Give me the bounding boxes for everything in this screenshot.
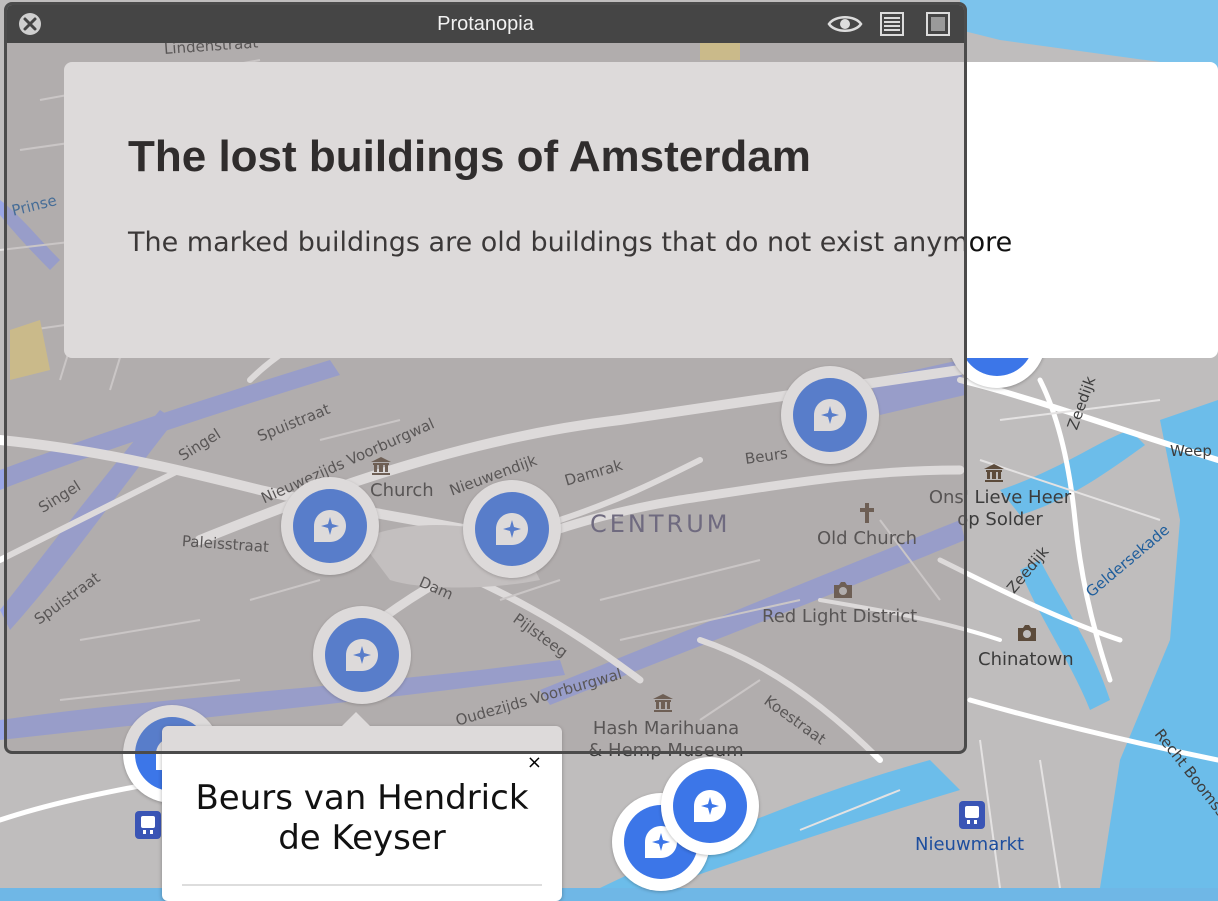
popup-divider — [182, 884, 542, 886]
protanopia-simulator-window[interactable]: Protanopia — [4, 2, 967, 754]
camera-icon — [1018, 625, 1036, 641]
list-icon[interactable] — [879, 11, 905, 37]
metro-icon — [135, 811, 161, 839]
street-label: Weep — [1170, 442, 1212, 460]
sparkle-pin-icon — [694, 790, 726, 822]
museum-icon — [984, 464, 1004, 482]
place-label: Chinatown — [978, 649, 1074, 670]
metro-icon — [959, 801, 985, 829]
popup-title: Beurs van Hendrick de Keyser — [195, 778, 529, 858]
square-icon[interactable] — [925, 11, 951, 37]
popup-close-button[interactable]: × — [527, 752, 542, 773]
place-label: Nieuwmarkt — [915, 834, 1025, 855]
eye-icon[interactable] — [827, 13, 863, 35]
simulator-title: Protanopia — [437, 13, 534, 35]
building-marker[interactable] — [661, 757, 759, 855]
simulator-titlebar[interactable]: Protanopia — [7, 5, 964, 43]
